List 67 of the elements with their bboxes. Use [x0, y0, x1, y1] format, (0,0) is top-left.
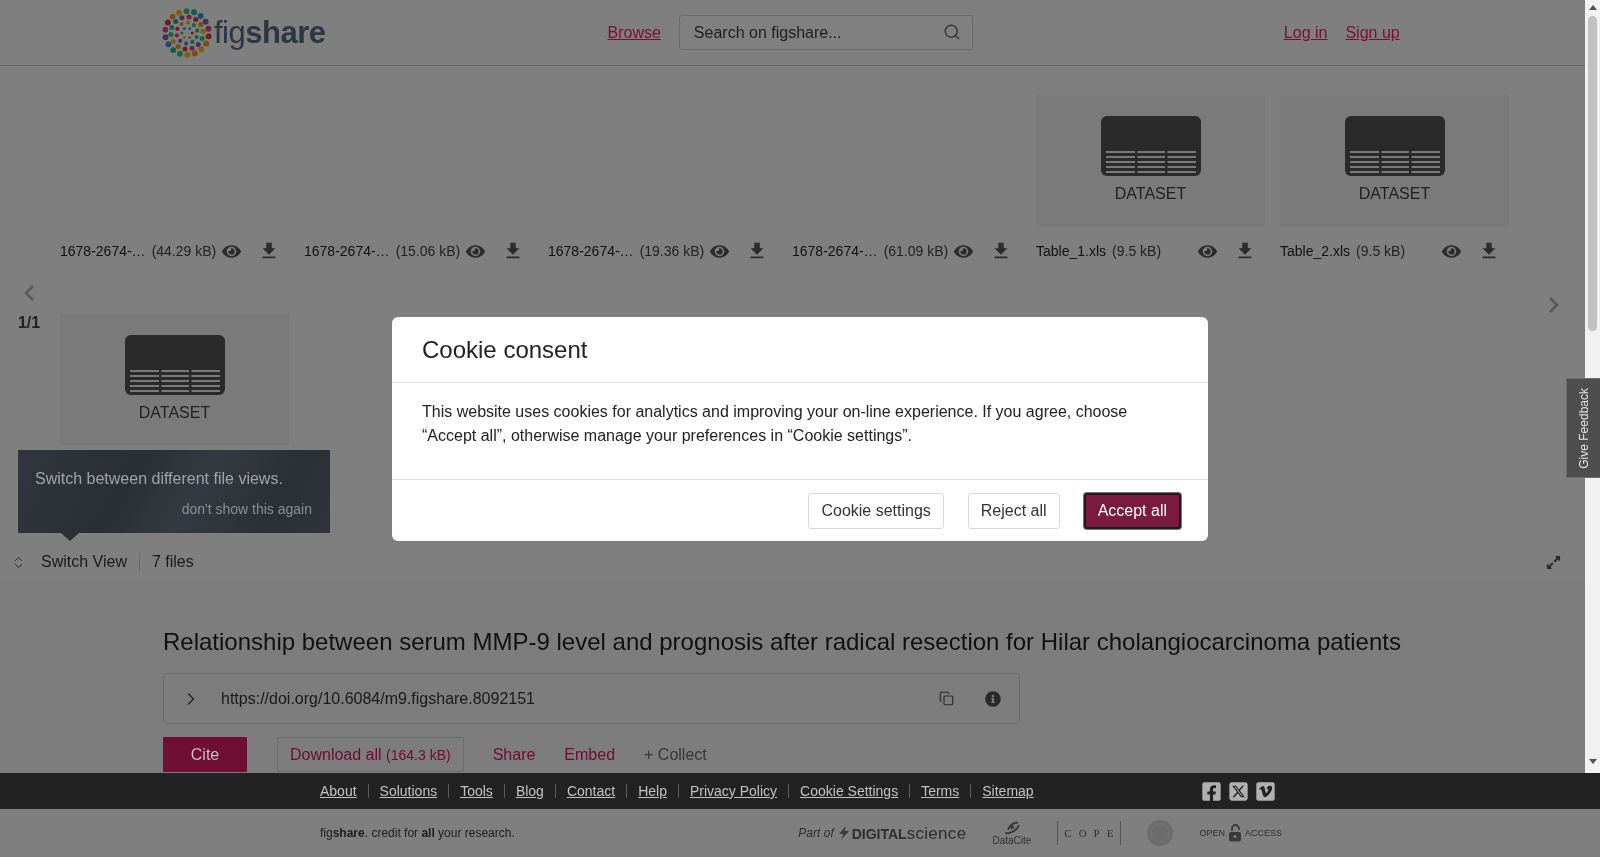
table-icon	[1100, 116, 1201, 176]
file-name: 1678-2674-…	[548, 243, 634, 259]
file-name: 1678-2674-…	[304, 243, 390, 259]
file-size: (15.06 kB)	[395, 243, 461, 259]
file-size: (44.29 kB)	[151, 243, 217, 259]
dismiss-link[interactable]: don't show this again	[181, 501, 312, 517]
fullscreen-icon[interactable]	[1546, 554, 1561, 570]
file-size: (9.5 kB)	[1356, 243, 1406, 259]
partner-prefix: OPEN	[1199, 828, 1225, 838]
vimeo-icon[interactable]	[1255, 780, 1276, 802]
dot-swirl-icon	[162, 7, 212, 58]
file-name: Table_2.xls	[1280, 243, 1351, 259]
scrollbar-thumb[interactable]	[1588, 16, 1597, 331]
doi-link[interactable]: https://doi.org/10.6084/m9.figshare.8092151	[221, 689, 535, 708]
footer-link[interactable]: Tools	[460, 783, 493, 799]
partner-logo-text: DIGITALscience	[851, 824, 967, 842]
footer-link[interactable]: Privacy Policy	[689, 783, 778, 799]
dialog-button[interactable]: Reject all	[967, 492, 1060, 529]
copy-icon[interactable]	[939, 691, 954, 706]
scroll-up-icon[interactable]	[1588, 5, 1597, 10]
file-size: (61.09 kB)	[883, 243, 949, 259]
dialog-button[interactable]: Cookie settings	[808, 492, 944, 529]
info-icon[interactable]	[985, 690, 1001, 707]
tooltip-text: Switch between different file views.	[35, 470, 284, 488]
partner-logo-text: COPE	[1057, 821, 1122, 845]
footer-link[interactable]: Terms	[921, 783, 960, 799]
file-size: (19.36 kB)	[639, 243, 705, 259]
x-icon[interactable]	[1228, 780, 1249, 802]
footer-link[interactable]: Cookie Settings	[800, 783, 899, 799]
file-size: (9.5 kB)	[1112, 243, 1162, 259]
file-type-label: DATASET	[1358, 185, 1431, 203]
open-padlock-icon	[1228, 824, 1242, 842]
file-type-label: DATASET	[138, 404, 211, 422]
swoosh-icon	[1002, 820, 1021, 835]
file-preview-tile[interactable]: DATASET	[60, 314, 289, 445]
table-icon	[1344, 116, 1445, 176]
page-counter: 1/1	[17, 314, 41, 332]
footer-link[interactable]: Blog	[515, 783, 544, 799]
footer-link[interactable]: Contact	[566, 783, 616, 799]
file-type-label: DATASET	[1114, 185, 1187, 203]
dialog-title: Cookie consent	[422, 335, 588, 364]
search-icon[interactable]	[942, 23, 961, 41]
file-name: 1678-2674-…	[792, 243, 878, 259]
feedback-tab[interactable]: Give Feedback	[1566, 378, 1600, 478]
partner-logo-text: ACCESS	[1245, 828, 1282, 838]
footer-link[interactable]: About	[320, 783, 357, 799]
file-name: 1678-2674-…	[60, 243, 146, 259]
cite-button[interactable]: Cite	[163, 737, 247, 772]
partner-prefix: Part of	[798, 826, 834, 840]
footer-link[interactable]: Solutions	[379, 783, 438, 799]
table-icon	[124, 335, 225, 395]
footer-link[interactable]: Help	[638, 783, 667, 799]
file-name: Table_1.xls	[1036, 243, 1107, 259]
dialog-text: This website uses cookies for analytics and improving your on-line experience. If you agree, choose “Accept all”, otherwise manage your preferences in “Cookie settings”.	[422, 402, 1129, 446]
bolt-icon	[838, 826, 849, 840]
file-count: 7 files	[151, 553, 194, 571]
partner-logo-text: DataCite	[992, 834, 1032, 846]
switch-view-button[interactable]: Switch View	[11, 553, 127, 571]
facebook-icon[interactable]	[1201, 780, 1222, 802]
file-preview-tile[interactable]: DATASET	[1280, 95, 1509, 226]
scroll-down-icon[interactable]	[1588, 759, 1597, 764]
search-field[interactable]: Search on figshare...	[678, 15, 973, 50]
tagline: figshare. credit for all your research.	[320, 826, 515, 840]
file-preview-tile[interactable]: DATASET	[1036, 95, 1265, 226]
article-title: Relationship between serum MMP-9 level and prognosis after radical resection for Hilar cholangiocarcinoma patients	[163, 628, 1402, 656]
accept-button[interactable]: Accept all	[1083, 492, 1181, 529]
footer-link[interactable]: Sitemap	[982, 783, 1034, 799]
